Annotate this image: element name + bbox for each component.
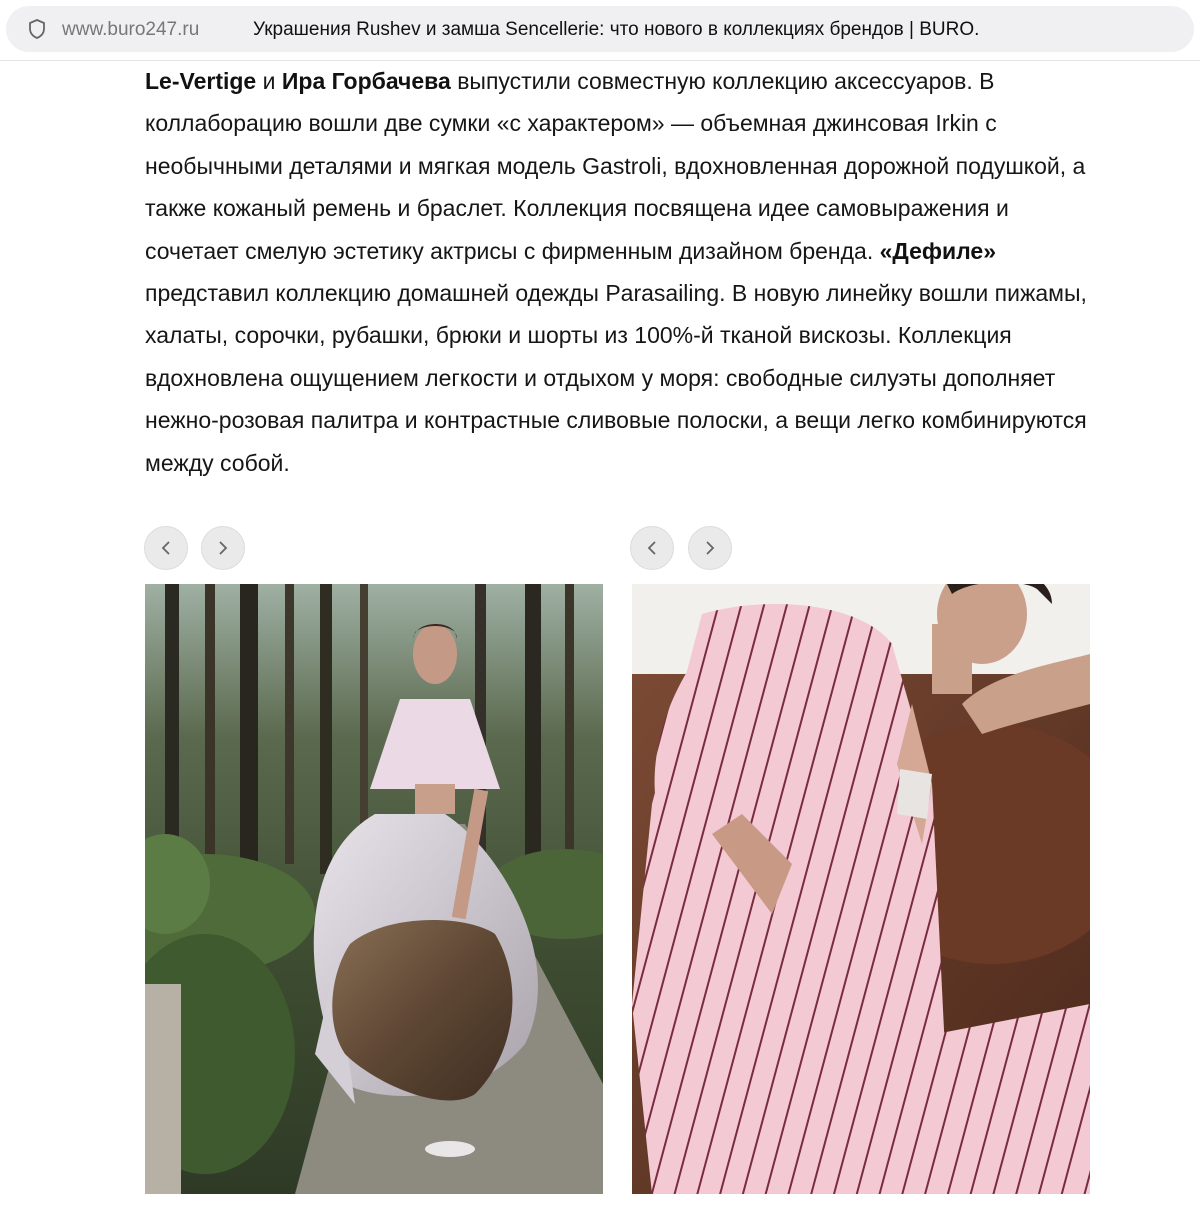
gallery-2-next-button[interactable] [688,526,732,570]
chevron-right-icon [219,541,228,555]
person-name: Ира Горбачева [281,68,451,94]
paragraph-text-2: представил коллекцию домашней одежды Par… [145,280,1087,476]
gallery-1-photo [145,584,603,1194]
gallery-1-prev-button[interactable] [144,526,188,570]
chevron-left-icon [647,541,656,555]
url-domain[interactable]: www.buro247.ru [62,19,199,41]
address-bar[interactable]: www.buro247.ru Украшения Rushev и замша … [6,6,1194,52]
gallery-1-next-button[interactable] [201,526,245,570]
article-paragraph: Le-Vertige и Ира Горбачева выпустили сов… [145,60,1105,484]
brand-defile: «Дефиле» [879,237,997,264]
gallery-2-prev-button[interactable] [630,526,674,570]
chevron-left-icon [161,541,170,555]
shield-icon [29,19,45,39]
paragraph-text-1: выпустили совместную коллекцию аксессуар… [145,68,1086,264]
gallery-2-photo [632,584,1090,1194]
conjunction-text: и [256,68,282,94]
chevron-right-icon [706,541,715,555]
brand-le-vertige: Le-Vertige [145,68,257,94]
page-title: Украшения Rushev и замша Sencellerie: чт… [253,19,980,40]
